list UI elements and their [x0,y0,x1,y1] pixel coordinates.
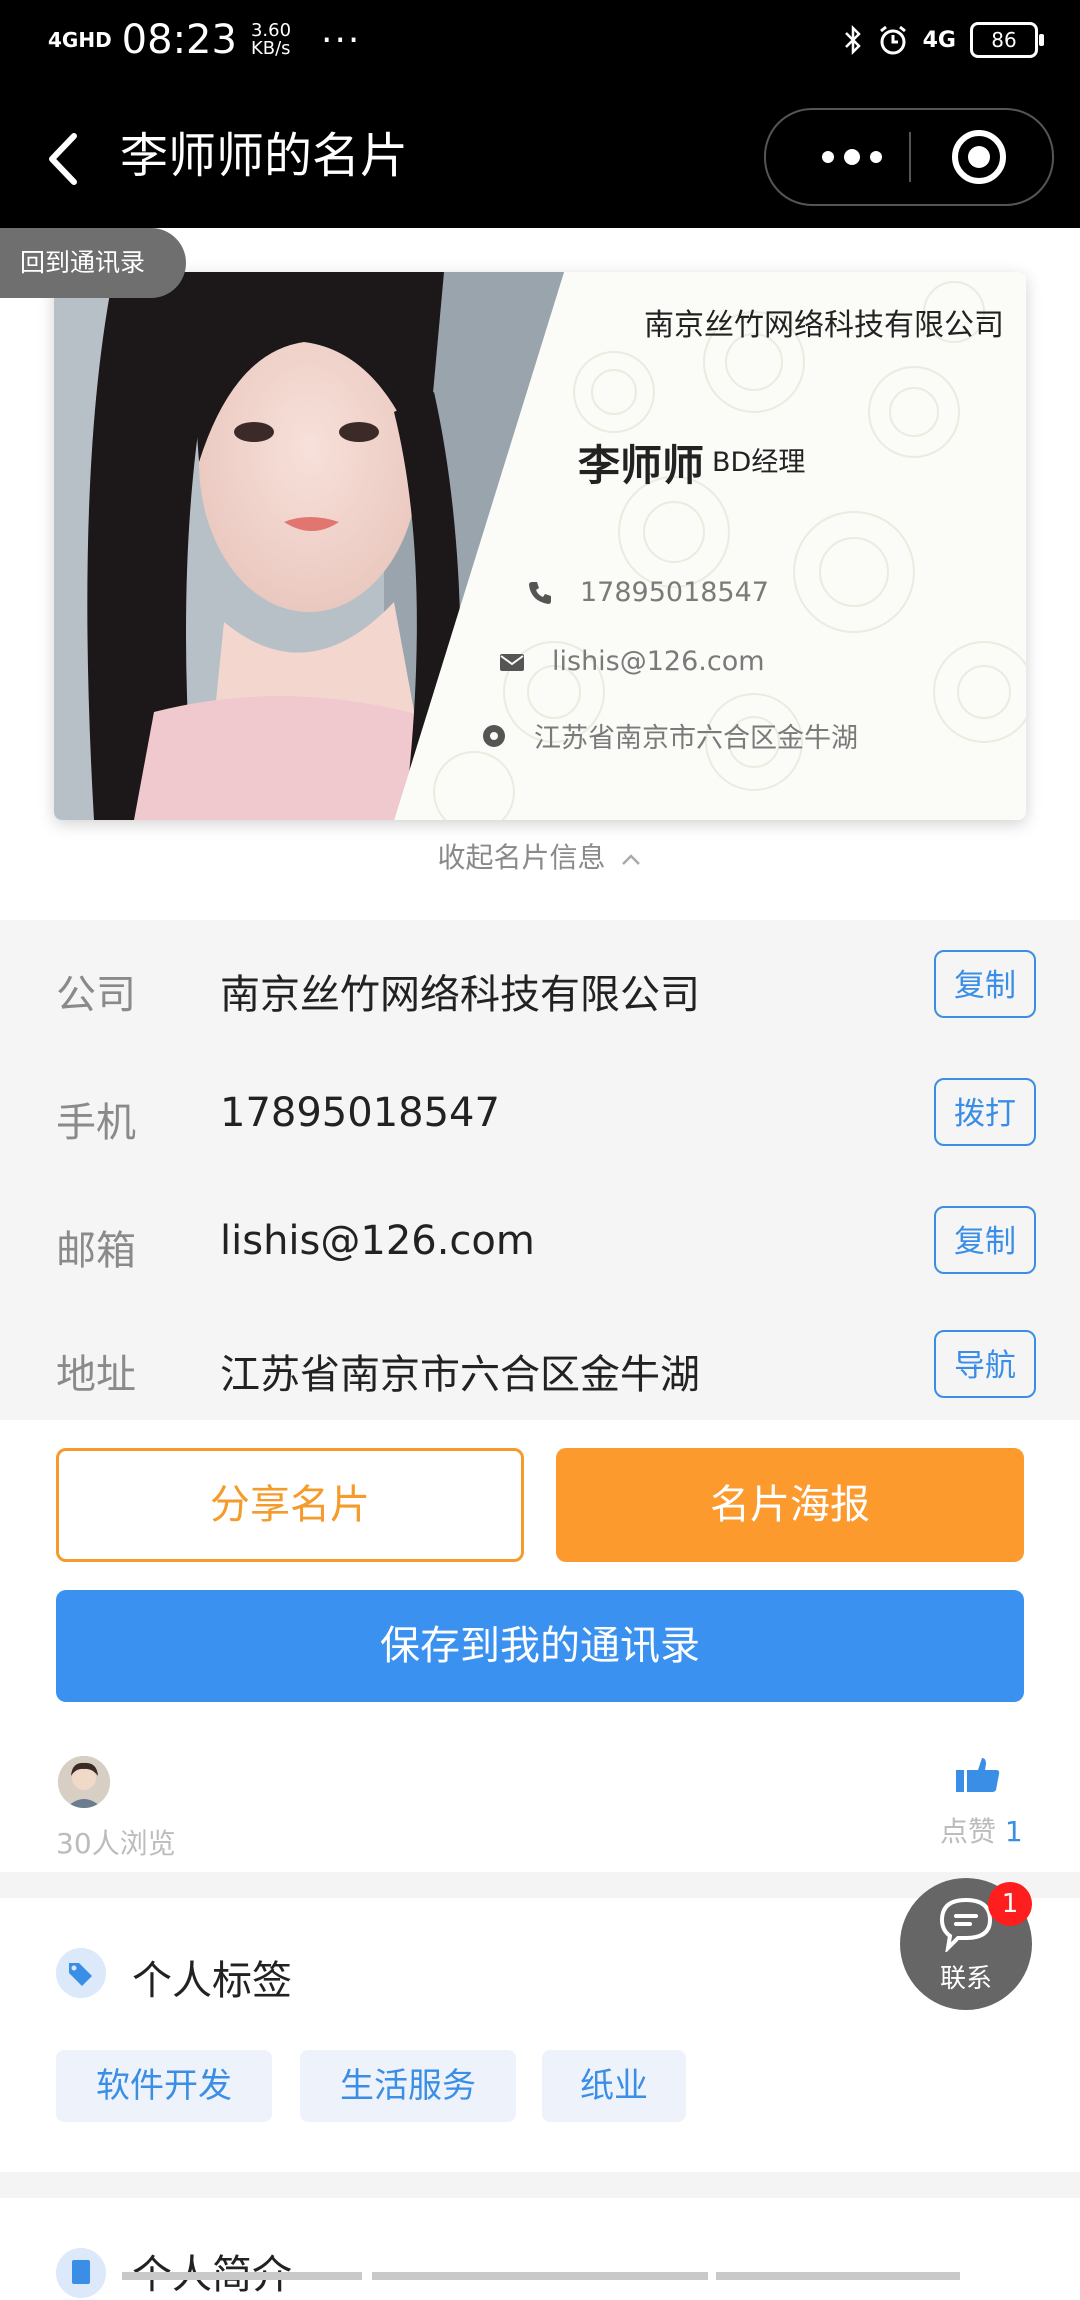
like-count: 点赞 1 [940,1810,1023,1850]
chat-bubble-icon [939,1897,993,1952]
network-type: 4G [922,27,956,53]
location-icon [483,724,505,747]
business-card: 南京丝竹网络科技有限公司 李师师 BD经理 17895018547 lishis… [54,272,1026,820]
info-label: 手机 [56,1100,136,1146]
viewer-avatar[interactable] [58,1756,110,1808]
like-number: 1 [1004,1815,1023,1848]
placeholder-bar [716,2272,960,2280]
chevron-up-icon [622,854,641,865]
battery-icon: 86 [970,22,1044,58]
close-mini-program-icon[interactable] [952,130,1006,184]
navigate-button[interactable]: 导航 [934,1330,1036,1398]
back-arrow-icon[interactable] [40,124,100,194]
section-title-tags: 个人标签 [132,1958,292,2004]
mini-program-capsule [764,108,1054,206]
alarm-icon [879,25,906,55]
info-label: 地址 [56,1352,136,1398]
card-person-name: 李师师 [578,441,705,490]
card-address-row: 江苏省南京市六合区金牛湖 [480,716,858,755]
battery-level: 86 [991,28,1017,52]
card-company-name: 南京丝竹网络科技有限公司 [644,308,1004,343]
unread-badge: 1 [988,1882,1032,1926]
contact-label: 联系 [939,1964,992,1994]
phone-icon [529,581,551,604]
info-value: lishis@126.com [220,1218,535,1264]
info-label: 公司 [56,972,136,1018]
tag-item[interactable]: 软件开发 [56,2050,272,2122]
profile-document-icon [56,2248,106,2298]
info-value: 17895018547 [220,1090,500,1136]
thumbs-up-icon[interactable] [956,1756,1000,1794]
info-row-address: 地址 江苏省南京市六合区金牛湖 导航 [0,1300,1080,1428]
info-row-email: 邮箱 lishis@126.com 复制 [0,1176,1080,1304]
tag-icon [56,1948,106,1998]
card-poster-button[interactable]: 名片海报 [556,1448,1024,1562]
status-bar: 4GHD 08:23 3.60 KB/s ··· 4G 86 [0,0,1080,84]
page-title: 李师师的名片 [120,128,409,184]
tag-item[interactable]: 纸业 [542,2050,686,2122]
signal-indicator: 4GHD [48,28,112,52]
contact-floating-button[interactable]: 联系 1 [900,1878,1032,2010]
more-options-icon[interactable] [802,130,902,184]
info-value: 江苏省南京市六合区金牛湖 [220,1352,700,1398]
capsule-divider [909,132,911,182]
call-button[interactable]: 拨打 [934,1078,1036,1146]
card-address: 江苏省南京市六合区金牛湖 [534,723,858,754]
save-to-contacts-button[interactable]: 保存到我的通讯录 [56,1590,1024,1702]
contact-info-list: 公司 南京丝竹网络科技有限公司 复制 手机 17895018547 拨打 邮箱 … [0,920,1080,1420]
copy-company-button[interactable]: 复制 [934,950,1036,1018]
card-phone: 17895018547 [580,577,769,608]
network-speed-unit: KB/s [250,38,291,59]
network-speed: 3.60 KB/s [251,22,291,58]
bluetooth-icon [844,24,861,56]
info-label: 邮箱 [56,1228,136,1274]
view-count: 30人浏览 [56,1827,176,1860]
placeholder-bar [122,2272,362,2280]
placeholder-bar [372,2272,708,2280]
nav-bar: 李师师的名片 [0,84,1080,228]
collapse-label: 收起名片信息 [437,841,606,874]
back-to-contacts-button[interactable]: 回到通讯录 [0,228,186,298]
card-phone-row: 17895018547 [526,577,769,608]
email-icon [500,653,524,671]
info-row-company: 公司 南京丝竹网络科技有限公司 复制 [0,920,1080,1048]
section-title-intro: 个人简介 [132,2252,292,2298]
card-email: lishis@126.com [552,646,765,677]
collapse-card-info-button[interactable]: 收起名片信息 [0,836,1080,876]
card-email-row: lishis@126.com [498,646,765,677]
section-divider [0,1872,1080,1898]
tag-item[interactable]: 生活服务 [300,2050,516,2122]
clock: 08:23 [121,17,237,63]
section-divider [0,2172,1080,2198]
info-value: 南京丝竹网络科技有限公司 [220,972,700,1018]
like-label: 点赞 [940,1815,997,1848]
more-notifications-icon: ··· [321,19,362,61]
copy-email-button[interactable]: 复制 [934,1206,1036,1274]
share-card-button[interactable]: 分享名片 [56,1448,524,1562]
card-job-title: BD经理 [712,447,806,478]
info-row-phone: 手机 17895018547 拨打 [0,1048,1080,1176]
